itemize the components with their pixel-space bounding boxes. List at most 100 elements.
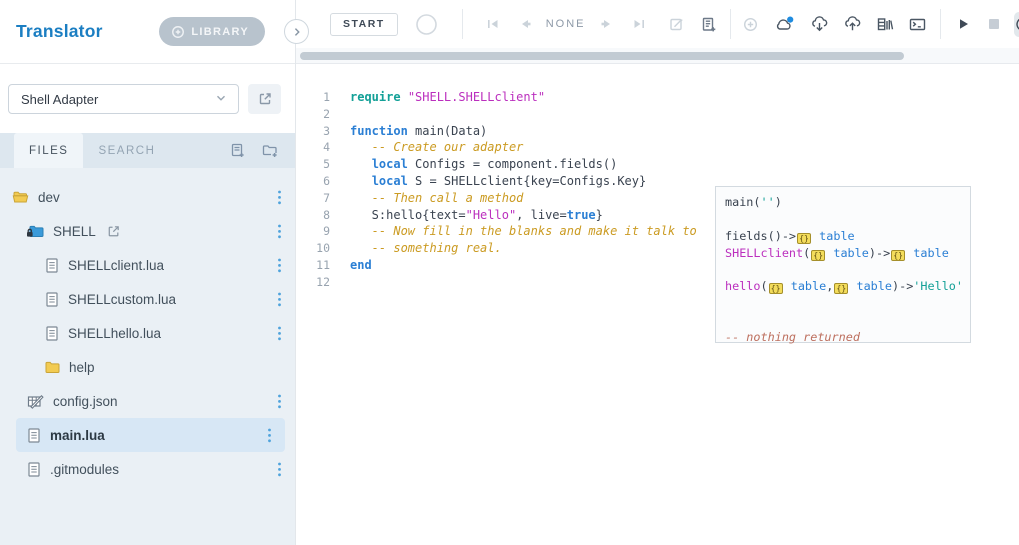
skip-forward-button[interactable] [631, 16, 647, 32]
file-icon [26, 461, 42, 478]
code-text: -- Create our adapter [342, 139, 523, 156]
line-number: 8 [296, 207, 342, 224]
tree-item-SHELL[interactable]: SHELL [0, 214, 295, 248]
tree-item-SHELLhello.lua[interactable]: SHELLhello.lua [0, 316, 295, 350]
line-number: 5 [296, 156, 342, 173]
kebab-menu-icon[interactable] [277, 223, 282, 243]
tree-item-.gitmodules[interactable]: .gitmodules [0, 452, 295, 486]
edit-note-button[interactable] [668, 16, 685, 33]
cloud-upload-button[interactable] [843, 15, 862, 33]
stop-button[interactable] [987, 17, 1001, 31]
tab-files[interactable]: FILES [14, 133, 83, 168]
code-line-1[interactable]: 1require "SHELL.SHELLclient" [296, 89, 1019, 106]
line-number: 6 [296, 173, 342, 190]
add-circle-button[interactable] [742, 16, 759, 33]
tree-item-label: main.lua [50, 428, 105, 443]
kebab-menu-icon[interactable] [277, 393, 282, 413]
kebab-menu-icon[interactable] [277, 257, 282, 277]
cloud-status-icon [774, 15, 796, 33]
record-circle-icon [415, 13, 438, 36]
terminal-button[interactable] [908, 16, 927, 33]
signature-row [725, 295, 961, 312]
code-line-2[interactable]: 2 [296, 106, 1019, 123]
auto-run-icon [1014, 15, 1019, 33]
kebab-menu-icon[interactable] [277, 325, 282, 345]
open-adapter-button[interactable] [248, 84, 281, 114]
sidebar-tabs: FILES SEARCH [0, 133, 295, 168]
sidebar-header: Translator LIBRARY [0, 0, 295, 64]
step-back-button[interactable] [517, 16, 533, 32]
kebab-menu-icon[interactable] [277, 189, 282, 209]
external-link-icon[interactable] [106, 224, 121, 239]
kebab-menu-icon[interactable] [277, 291, 282, 311]
file-icon [26, 427, 42, 444]
kebab-menu-icon[interactable] [267, 427, 272, 447]
code-line-5[interactable]: 5 local Configs = component.fields() [296, 156, 1019, 173]
tree-item-config.json[interactable]: config.json [0, 384, 295, 418]
adapter-select[interactable]: Shell Adapter [8, 84, 239, 114]
tree-item-main.lua[interactable]: main.lua [16, 418, 285, 452]
code-line-4[interactable]: 4 -- Create our adapter [296, 139, 1019, 156]
library-button[interactable]: LIBRARY [159, 17, 265, 46]
plus-circle-icon [171, 25, 185, 39]
tree-item-label: SHELL [53, 224, 96, 239]
tab-search-label: SEARCH [98, 145, 155, 157]
cloud-download-button[interactable] [810, 15, 829, 33]
toolbar: START NONE [296, 0, 1019, 48]
folder-locked-icon [26, 223, 45, 240]
line-number: 1 [296, 89, 342, 106]
table-type-icon: {} [834, 283, 848, 294]
external-link-icon [257, 91, 273, 107]
terminal-icon [908, 16, 927, 33]
skip-forward-icon [631, 16, 647, 32]
add-note-icon [700, 16, 717, 33]
tree-item-SHELLclient.lua[interactable]: SHELLclient.lua [0, 248, 295, 282]
code-text: -- something real. [342, 240, 502, 257]
auto-run-toggle[interactable] [1014, 12, 1019, 37]
tree-item-label: config.json [53, 394, 118, 409]
file-icon [44, 291, 60, 308]
start-button[interactable]: START [330, 13, 398, 36]
edit-note-icon [668, 16, 685, 33]
sidebar-collapse-button[interactable] [284, 19, 309, 44]
line-number: 11 [296, 257, 342, 274]
step-forward-button[interactable] [599, 16, 615, 32]
tree-item-SHELLcustom.lua[interactable]: SHELLcustom.lua [0, 282, 295, 316]
skip-back-button[interactable] [485, 16, 501, 32]
tree-item-label: .gitmodules [50, 462, 119, 477]
line-number: 7 [296, 190, 342, 207]
table-type-icon: {} [797, 233, 811, 244]
config-icon [26, 393, 45, 410]
record-circle-button[interactable] [415, 13, 438, 36]
new-folder-icon[interactable] [261, 142, 279, 159]
tree-item-help[interactable]: help [0, 350, 295, 384]
run-button[interactable] [955, 16, 971, 32]
line-number: 12 [296, 274, 342, 291]
add-circle-icon [742, 16, 759, 33]
code-text: require "SHELL.SHELLclient" [342, 89, 545, 106]
tab-search[interactable]: SEARCH [83, 133, 170, 168]
chevron-down-icon [214, 91, 228, 108]
cloud-status-button[interactable] [774, 15, 796, 33]
code-text [342, 274, 350, 291]
stop-icon [987, 17, 1001, 31]
code-text: local S = SHELLclient{key=Configs.Key} [342, 173, 646, 190]
table-type-icon: {} [769, 283, 783, 294]
hscrollbar-thumb[interactable] [300, 52, 904, 60]
add-note-button[interactable] [700, 16, 717, 33]
code-editor[interactable]: 1require "SHELL.SHELLclient"23function m… [296, 64, 1019, 291]
table-type-icon: {} [891, 250, 905, 261]
library-archive-button[interactable] [876, 16, 894, 33]
line-number: 9 [296, 223, 342, 240]
code-line-3[interactable]: 3function main(Data) [296, 123, 1019, 140]
file-tree: dev SHELL SHELLclient.luaSHELLcustom.luaSH… [0, 168, 295, 545]
signature-row [725, 312, 961, 329]
line-number: 10 [296, 240, 342, 257]
run-icon [955, 16, 971, 32]
kebab-menu-icon[interactable] [277, 461, 282, 481]
cloud-upload-icon [843, 15, 862, 33]
tree-item-dev[interactable]: dev [0, 180, 295, 214]
file-icon [44, 257, 60, 274]
new-file-icon[interactable] [229, 142, 246, 159]
code-text: S:hello{text="Hello", live=true} [342, 207, 603, 224]
